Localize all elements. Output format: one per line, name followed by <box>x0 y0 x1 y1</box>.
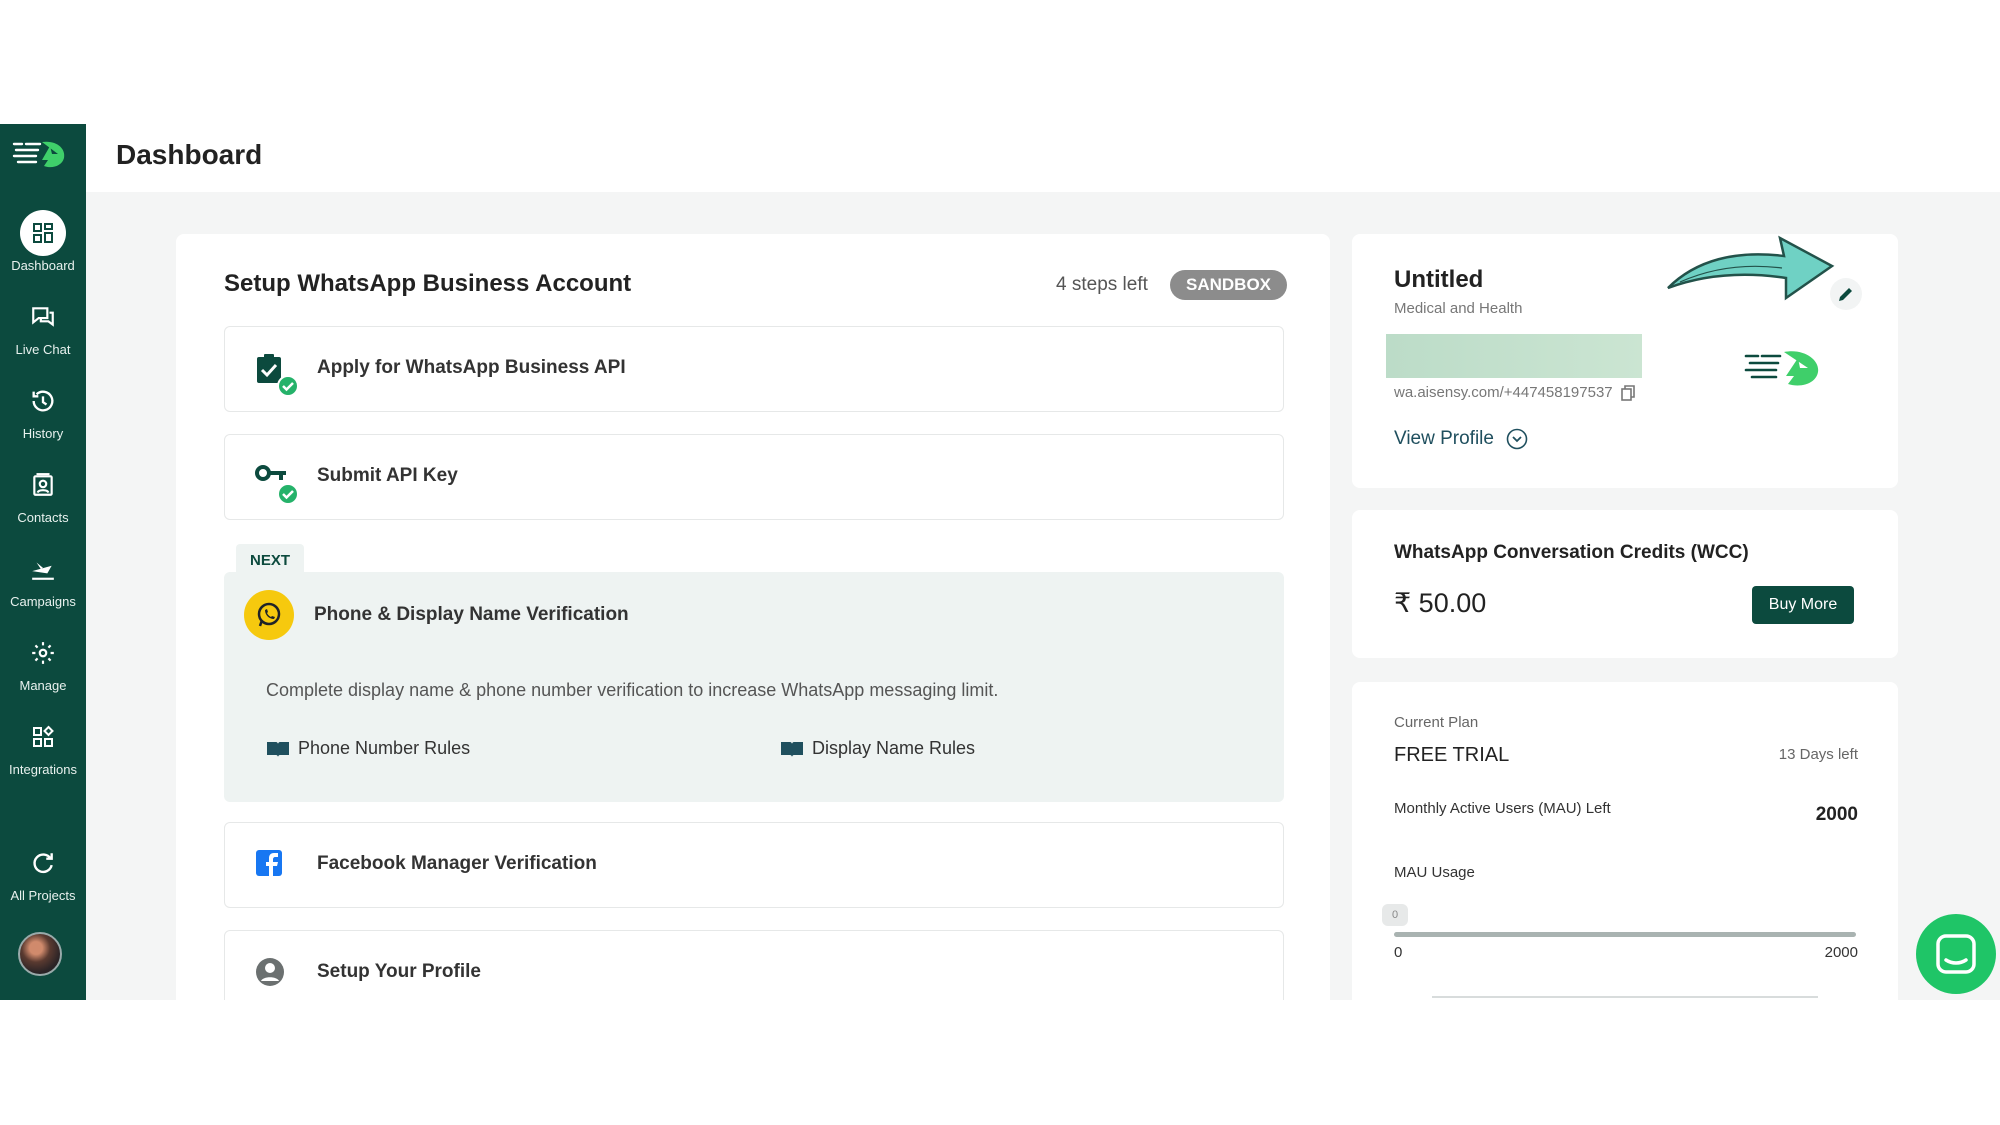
user-circle-icon <box>255 957 291 993</box>
step-label: Setup Your Profile <box>317 961 481 982</box>
view-profile-button[interactable]: View Profile <box>1394 428 1528 450</box>
step-apply-api[interactable]: Apply for WhatsApp Business API <box>224 326 1284 412</box>
book-icon <box>781 741 803 757</box>
usage-slider-track <box>1394 932 1856 937</box>
sidebar-item-label: Dashboard <box>11 258 75 273</box>
dashboard-icon <box>20 210 66 256</box>
aisensy-logo <box>1744 351 1819 386</box>
sidebar-item-label: Campaigns <box>10 594 76 609</box>
plan-caption: Current Plan <box>1394 714 1479 731</box>
user-avatar[interactable] <box>18 932 62 976</box>
sidebar-item-campaigns[interactable]: Campaigns <box>0 546 86 618</box>
profile-banner-image <box>1386 334 1642 378</box>
plan-days-left: 13 Days left <box>1778 746 1858 763</box>
sidebar-item-label: Contacts <box>17 510 69 525</box>
facebook-icon <box>255 849 291 885</box>
profile-category: Medical and Health <box>1394 300 1523 317</box>
phone-number-rules-link[interactable]: Phone Number Rules <box>266 738 470 759</box>
sidebar-item-label: All Projects <box>10 888 76 903</box>
whatsapp-icon <box>244 590 294 640</box>
sidebar-item-label: Manage <box>19 678 67 693</box>
link-label: Display Name Rules <box>812 738 976 758</box>
sidebar-item-dashboard[interactable]: Dashboard <box>0 210 86 282</box>
sidebar-item-label: Live Chat <box>15 342 71 357</box>
profile-link-text: wa.aisensy.com/+447458197537 <box>1394 384 1613 401</box>
chevron-down-icon <box>1506 428 1528 450</box>
step-label: Facebook Manager Verification <box>317 853 597 874</box>
chat-bubble-icon <box>1936 934 1976 974</box>
plan-card: Current Plan FREE TRIAL 13 Days left Mon… <box>1352 682 1898 1000</box>
steps-left-counter: 4 steps left <box>1056 274 1148 295</box>
step-label: Submit API Key <box>317 465 458 486</box>
mau-usage-label: MAU Usage <box>1394 864 1475 881</box>
view-profile-label: View Profile <box>1394 428 1494 449</box>
copy-icon[interactable] <box>1620 384 1635 401</box>
page-title: Dashboard <box>116 139 263 170</box>
app-window: Dashboard Live Chat History Contacts Cam <box>0 124 2000 1000</box>
edit-profile-button[interactable] <box>1830 278 1862 310</box>
completed-check-icon <box>277 483 299 505</box>
credits-amount: ₹ 50.00 <box>1394 588 1487 618</box>
key-icon <box>255 461 299 505</box>
clipboard-check-icon <box>255 353 299 397</box>
step-setup-profile[interactable]: Setup Your Profile <box>224 930 1284 1000</box>
sidebar-item-history[interactable]: History <box>0 378 86 450</box>
credits-title: WhatsApp Conversation Credits (WCC) <box>1394 542 1749 563</box>
sidebar-item-integrations[interactable]: Integrations <box>0 714 86 786</box>
sidebar-item-label: Integrations <box>9 762 77 777</box>
usage-slider-min: 0 <box>1394 944 1403 961</box>
sidebar-item-live-chat[interactable]: Live Chat <box>0 294 86 366</box>
history-icon <box>20 378 66 424</box>
mau-left-label: Monthly Active Users (MAU) Left <box>1394 800 1611 817</box>
profile-name: Untitled <box>1394 266 1484 293</box>
chat-icon <box>20 294 66 340</box>
contacts-icon <box>20 462 66 508</box>
sidebar-item-all-projects[interactable]: All Projects <box>0 840 86 912</box>
book-icon <box>267 741 289 757</box>
usage-slider-value: 0 <box>1382 904 1408 926</box>
integrations-icon <box>20 714 66 760</box>
sandbox-badge: SANDBOX <box>1170 270 1288 300</box>
profile-card: Untitled Medical and Health wa.aisensy.c… <box>1352 234 1898 488</box>
setup-card: Setup WhatsApp Business Account 4 steps … <box>176 234 1330 1000</box>
divider <box>1432 996 1818 998</box>
buy-more-button[interactable]: Buy More <box>1752 586 1854 624</box>
sidebar-item-label: History <box>22 426 64 441</box>
aisensy-logo[interactable] <box>12 138 68 170</box>
sidebar: Dashboard Live Chat History Contacts Cam <box>0 124 86 1000</box>
next-step-title: Phone & Display Name Verification <box>314 604 629 625</box>
support-chat-button[interactable] <box>1916 914 1996 994</box>
setup-title: Setup WhatsApp Business Account <box>224 270 632 297</box>
completed-check-icon <box>277 375 299 397</box>
step-label: Apply for WhatsApp Business API <box>317 357 626 378</box>
arrow-annotation-icon <box>1667 235 1835 301</box>
sidebar-item-manage[interactable]: Manage <box>0 630 86 702</box>
send-icon <box>20 546 66 592</box>
next-step-description: Complete display name & phone number ver… <box>266 680 999 700</box>
plan-name: FREE TRIAL <box>1394 744 1510 766</box>
sidebar-item-contacts[interactable]: Contacts <box>0 462 86 534</box>
step-facebook-verification[interactable]: Facebook Manager Verification <box>224 822 1284 908</box>
display-name-rules-link[interactable]: Display Name Rules <box>780 738 975 759</box>
link-label: Phone Number Rules <box>298 738 471 758</box>
top-header: Dashboard <box>86 124 2000 192</box>
credits-card: WhatsApp Conversation Credits (WCC) ₹ 50… <box>1352 510 1898 658</box>
gear-icon <box>20 630 66 676</box>
step-submit-api-key[interactable]: Submit API Key <box>224 434 1284 520</box>
mau-left-value: 2000 <box>1815 804 1858 825</box>
profile-link: wa.aisensy.com/+447458197537 <box>1394 384 1635 401</box>
pencil-icon <box>1839 288 1852 301</box>
step-phone-display-verification[interactable]: Phone & Display Name Verification Comple… <box>224 572 1284 802</box>
refresh-icon <box>20 840 66 886</box>
usage-slider-max: 2000 <box>1824 944 1858 961</box>
